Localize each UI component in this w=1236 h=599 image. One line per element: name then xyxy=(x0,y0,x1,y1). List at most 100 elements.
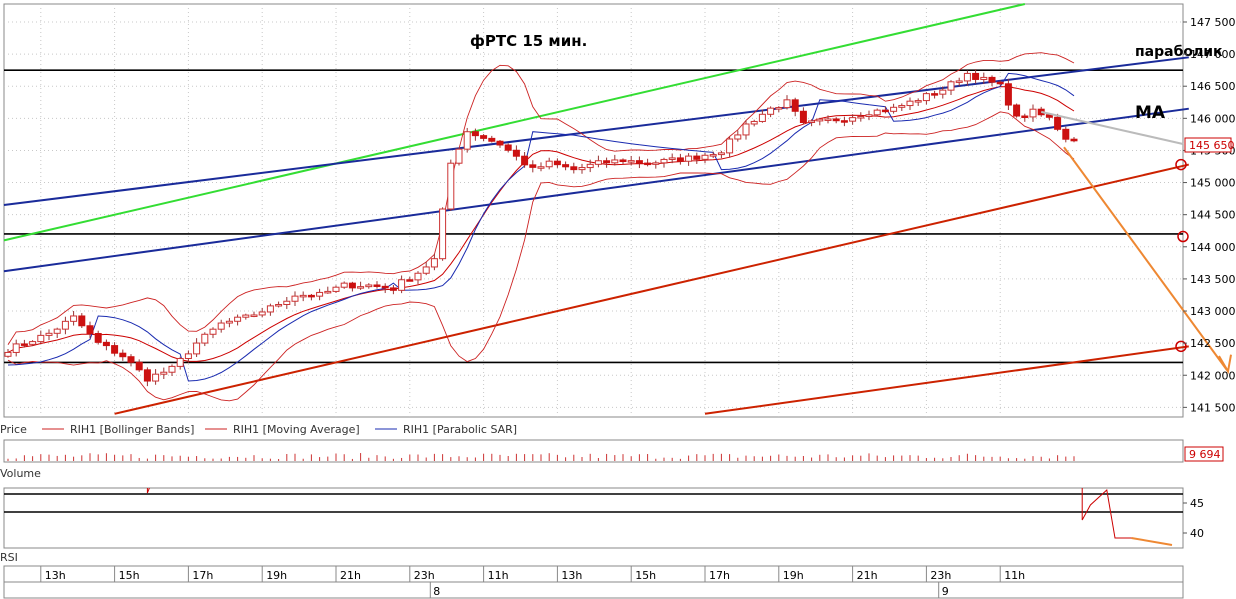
rsi-tick-label: 40 xyxy=(1190,527,1204,540)
candle-up xyxy=(332,286,340,292)
candle-up xyxy=(758,113,766,122)
price-tick-label: 144 000 xyxy=(1190,241,1236,254)
day-label: 9 xyxy=(942,585,949,598)
candle-up xyxy=(12,343,20,353)
candle-down xyxy=(644,162,652,166)
candle-up xyxy=(176,357,184,367)
candle-down xyxy=(931,93,939,96)
candle-up xyxy=(775,107,783,110)
candle-up xyxy=(4,351,12,357)
candle-down xyxy=(496,140,504,146)
candle-down xyxy=(488,137,496,142)
candle-up xyxy=(152,373,160,382)
candle-down xyxy=(135,361,143,371)
candle-up xyxy=(414,272,422,281)
candle-down xyxy=(996,81,1004,85)
candle-up xyxy=(980,76,988,80)
volume-panel-label: Volume xyxy=(0,467,41,480)
candle-up xyxy=(447,162,455,210)
hour-label: 19h xyxy=(783,569,804,582)
candle-up xyxy=(701,154,709,160)
candle-up xyxy=(865,114,873,117)
candle-up xyxy=(717,152,725,156)
candle-up xyxy=(225,320,233,324)
day-label: 8 xyxy=(433,585,440,598)
candle-down xyxy=(512,149,520,157)
candle-up xyxy=(209,328,217,335)
hour-label: 15h xyxy=(635,569,656,582)
candle-down xyxy=(529,164,537,168)
candle-up xyxy=(201,333,209,344)
candle-up xyxy=(652,162,660,165)
candle-down xyxy=(480,135,488,139)
candle-down xyxy=(389,287,397,291)
candle-up xyxy=(750,120,758,125)
candle-up xyxy=(783,99,791,109)
candle-up xyxy=(184,353,192,359)
legend-item: Price xyxy=(0,423,27,436)
chart: фРТС 15 мин. параболик МА 147 500147 000… xyxy=(0,3,1236,599)
candle-up xyxy=(463,131,471,150)
candle-up xyxy=(398,279,406,291)
hour-label: 11h xyxy=(488,569,509,582)
candle-down xyxy=(972,72,980,80)
volume-last-label: 9 694 xyxy=(1189,448,1221,461)
candle-up xyxy=(824,118,832,121)
candle-down xyxy=(799,110,807,123)
candle-up xyxy=(242,314,250,318)
hour-label: 23h xyxy=(930,569,951,582)
candle-up xyxy=(160,371,168,375)
rsi-panel-label: RSI xyxy=(0,551,18,564)
candle-up xyxy=(857,115,865,119)
candle-up xyxy=(29,341,37,345)
candle-up xyxy=(594,160,602,165)
candle-up xyxy=(816,118,824,122)
candle-down xyxy=(373,284,381,287)
candle-up xyxy=(955,80,963,83)
candle-up xyxy=(193,342,201,355)
volume-panel-frame xyxy=(3,439,1184,463)
legend: Price RIH1 [Bollinger Bands] RIH1 [Moving … xyxy=(0,423,517,436)
candle-down xyxy=(102,341,110,347)
candle-down xyxy=(553,160,561,166)
price-tick-label: 146 500 xyxy=(1190,80,1236,93)
candle-down xyxy=(1070,138,1078,142)
candle-down xyxy=(143,369,151,382)
candle-up xyxy=(545,160,553,168)
candle-up xyxy=(234,316,242,322)
candle-down xyxy=(521,155,529,166)
candle-up xyxy=(365,284,373,288)
candle-down xyxy=(881,109,889,113)
candle-up xyxy=(627,160,635,163)
candle-up xyxy=(45,332,53,336)
price-tick-label: 147 500 xyxy=(1190,16,1236,29)
candle-up xyxy=(873,109,881,116)
candle-down xyxy=(119,352,127,358)
price-axis: 147 500147 000146 500146 000145 500145 0… xyxy=(1183,16,1236,414)
hour-label: 17h xyxy=(192,569,213,582)
candle-up xyxy=(258,311,266,316)
candle-up xyxy=(947,81,955,91)
annotation-ma: МА xyxy=(1135,103,1166,123)
candle-down xyxy=(471,131,479,137)
candle-down xyxy=(635,160,643,164)
candle-up xyxy=(668,157,676,160)
candle-up xyxy=(439,208,447,260)
price-tick-label: 142 500 xyxy=(1190,337,1236,350)
hour-label: 11h xyxy=(1004,569,1025,582)
candle-down xyxy=(840,120,848,123)
candle-up xyxy=(685,155,693,162)
price-tick-label: 143 500 xyxy=(1190,273,1236,286)
legend-item: RIH1 [Moving Average] xyxy=(233,423,360,436)
candle-down xyxy=(988,76,996,83)
candle-down xyxy=(791,99,799,112)
candle-down xyxy=(1004,83,1012,106)
candle-down xyxy=(504,144,512,151)
candle-up xyxy=(742,123,750,136)
price-tick-label: 144 500 xyxy=(1190,209,1236,222)
price-tick-label: 142 000 xyxy=(1190,369,1236,382)
candle-up xyxy=(898,105,906,108)
candle-up xyxy=(275,303,283,307)
legend-item: RIH1 [Bollinger Bands] xyxy=(70,423,194,436)
candle-down xyxy=(619,159,627,163)
